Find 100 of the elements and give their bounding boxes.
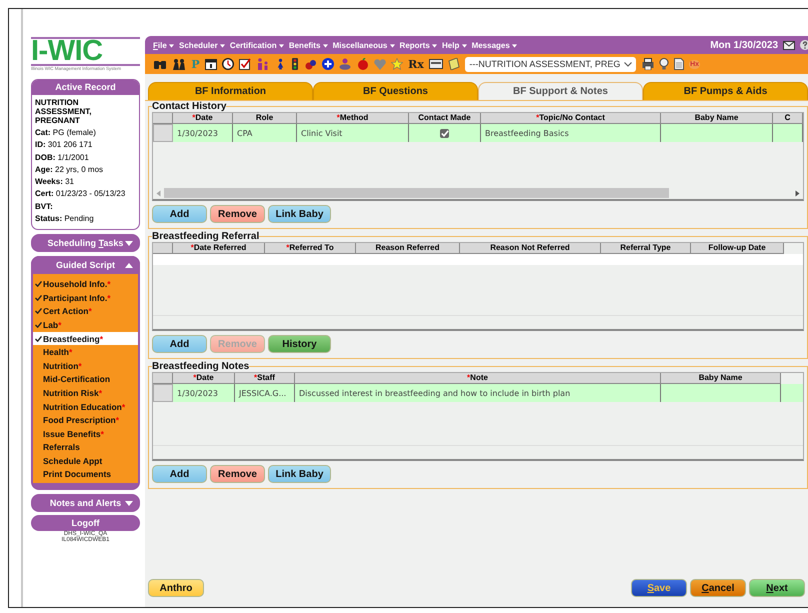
action-button[interactable]: Next — [749, 579, 805, 597]
record-field: Cert: 01/23/23 - 05/13/23 — [35, 188, 136, 201]
drops-icon[interactable] — [304, 58, 317, 70]
action-button[interactable]: Save — [631, 579, 687, 597]
table-cell: 1/30/2023 — [173, 124, 233, 142]
action-button[interactable]: Anthro — [148, 579, 204, 597]
plus-icon[interactable] — [322, 58, 334, 70]
caret-icon — [390, 44, 395, 48]
row-handle[interactable] — [153, 124, 173, 142]
printer-icon[interactable] — [642, 58, 654, 70]
record-field: BVT: — [35, 200, 136, 214]
note-icon[interactable] — [448, 58, 460, 70]
column-header[interactable]: Baby Name — [661, 113, 773, 124]
caret-icon — [462, 44, 467, 48]
column-header[interactable]: *Method — [297, 113, 409, 124]
guided-script-item[interactable]: Issue Benefits* — [33, 426, 138, 440]
remove-button[interactable]: Remove — [210, 205, 265, 223]
people-icon[interactable] — [172, 58, 186, 70]
help-icon[interactable] — [800, 40, 808, 50]
column-header[interactable]: Baby Name — [661, 373, 781, 384]
row-handle[interactable] — [153, 384, 173, 402]
table-cell: Clinic Visit — [297, 124, 409, 142]
record-select[interactable]: ---NUTRITION ASSESSMENT, PREG — [465, 56, 636, 72]
woman-icon[interactable] — [276, 58, 285, 70]
mail-icon[interactable] — [783, 40, 795, 50]
column-header[interactable]: *Date — [173, 113, 233, 124]
action-button[interactable]: Link Baby — [268, 465, 331, 483]
checkbox[interactable] — [440, 128, 449, 138]
guided-script-item[interactable]: Cert Action* — [33, 304, 138, 318]
column-header[interactable]: Reason Referred — [356, 243, 460, 254]
guided-script-item[interactable]: Mid-Certification — [33, 372, 138, 386]
table-cell: JESSICA.G... — [235, 384, 295, 402]
menu-item[interactable]: Miscellaneous — [332, 40, 395, 50]
section-title: Breastfeeding Referral — [152, 231, 260, 242]
action-button[interactable]: Add — [152, 335, 207, 353]
guided-script-item[interactable]: Nutrition Education* — [33, 400, 138, 414]
calendar-icon[interactable] — [204, 58, 217, 70]
tab[interactable]: BF Support & Notes — [478, 82, 643, 100]
column-header[interactable]: Role — [233, 113, 297, 124]
lightbulb-icon[interactable] — [658, 58, 669, 70]
column-header[interactable]: Referral Type — [601, 243, 691, 254]
scheduling-tasks-button[interactable]: Scheduling Tasks — [31, 234, 140, 252]
menu-item[interactable]: Benefits — [288, 40, 328, 50]
column-header[interactable]: Contact Made — [409, 113, 481, 124]
action-button[interactable]: History — [268, 335, 331, 353]
menu-item[interactable]: File — [153, 40, 174, 50]
column-header[interactable]: *Note — [295, 373, 661, 384]
menu-item[interactable]: Certification — [230, 40, 284, 50]
record-field: ID: 301 206 171 — [35, 139, 136, 152]
record-field: Age: 22 yrs, 0 mos — [35, 164, 136, 176]
binoculars-icon[interactable] — [153, 58, 167, 70]
family-icon[interactable] — [256, 58, 270, 70]
traffic-light-icon[interactable] — [290, 58, 300, 70]
column-header[interactable]: *Staff — [235, 373, 295, 384]
tab[interactable]: BF Pumps & Aids — [643, 82, 808, 100]
table-cell: Breastfeeding Basics — [481, 124, 661, 142]
clock-icon[interactable] — [222, 58, 234, 70]
menu-item[interactable]: Reports — [400, 40, 437, 50]
scroll-right-icon[interactable] — [795, 190, 800, 196]
guided-script-item[interactable]: Food Prescription* — [33, 413, 138, 427]
guided-script-item[interactable]: Schedule Appt — [33, 454, 138, 468]
column-header[interactable]: Follow-up Date — [691, 243, 784, 254]
remove-button[interactable]: Remove — [210, 465, 265, 483]
action-button[interactable]: Add — [152, 465, 207, 483]
action-button[interactable]: Link Baby — [268, 205, 331, 223]
action-button[interactable]: Add — [152, 205, 207, 223]
record-field: Cat: PG (female) — [35, 127, 136, 140]
toolbar-button[interactable]: Rx — [408, 58, 424, 70]
guided-script-item[interactable]: Participant Info.* — [33, 290, 138, 305]
guided-script-item[interactable]: Nutrition Risk* — [33, 386, 138, 400]
menu-item[interactable]: Scheduler — [179, 40, 225, 50]
column-header[interactable]: *Date — [173, 373, 235, 384]
column-header[interactable]: *Topic/No Contact — [481, 113, 661, 124]
logoff-button[interactable]: Logoff — [31, 515, 140, 532]
guided-script-item[interactable]: Household Info.* — [33, 277, 138, 291]
column-header[interactable]: Reason Not Referred — [460, 243, 601, 254]
caret-icon — [432, 44, 437, 48]
tab[interactable]: BF Information — [148, 82, 313, 100]
column-header[interactable]: C — [773, 113, 803, 124]
document-icon[interactable] — [674, 58, 684, 70]
caret-icon — [512, 44, 518, 48]
guided-script-item[interactable]: Breastfeeding* — [33, 332, 138, 346]
column-header[interactable]: *Date Referred — [173, 243, 265, 254]
guided-script-item[interactable]: Health* — [33, 345, 138, 359]
guided-script-item[interactable]: Referrals — [33, 440, 138, 454]
star-icon[interactable] — [390, 58, 403, 70]
tab[interactable]: BF Questions — [313, 82, 478, 100]
menu-item[interactable]: Help — [442, 40, 467, 50]
record-field: Status: Pending — [35, 213, 136, 226]
action-button[interactable]: Cancel — [690, 579, 746, 597]
baby-icon[interactable] — [339, 58, 352, 70]
guided-script-item[interactable]: Lab* — [33, 318, 138, 332]
column-header[interactable]: *Referred To — [265, 243, 356, 254]
guided-script-item[interactable]: Print Documents — [33, 468, 138, 482]
checkbox-icon[interactable] — [239, 58, 252, 70]
notes-and-alerts-button[interactable]: Notes and Alerts — [31, 494, 140, 512]
card-icon[interactable] — [428, 59, 443, 69]
caret-icon — [322, 44, 328, 48]
guided-script-item[interactable]: Nutrition* — [33, 358, 138, 373]
menu-item[interactable]: Messages — [472, 40, 518, 50]
